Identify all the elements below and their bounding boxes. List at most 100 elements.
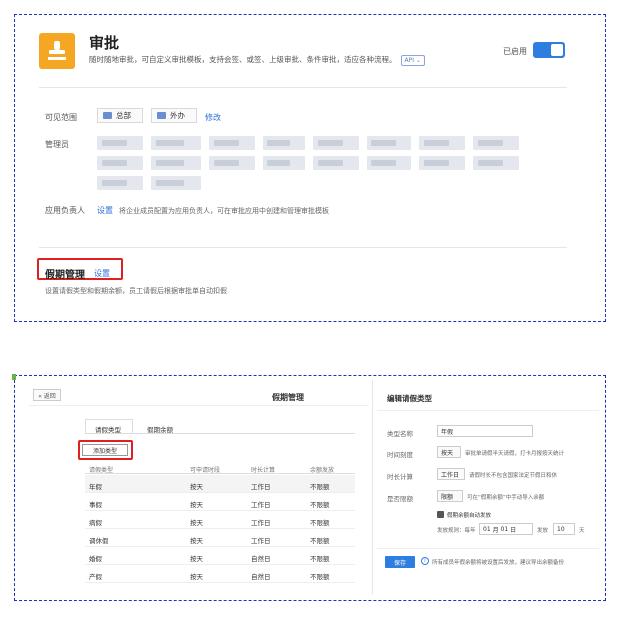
visibility-label: 可见范围: [45, 113, 77, 122]
admin-chip: [419, 136, 465, 150]
toggle-knob: [551, 44, 563, 56]
admin-chip: [419, 156, 465, 170]
time-unit-hint: 审批单请假半天请假，打卡月报按天统计: [465, 451, 565, 457]
admin-chip: [263, 156, 305, 170]
cell: 自然日: [251, 573, 271, 581]
cell: 不限额: [310, 519, 330, 527]
cell: 年假: [89, 483, 102, 491]
admin-chip: [473, 156, 519, 170]
holiday-management-panel: « 返回 假期管理 请假类型 假期余额 添加类型 请假类型 可申请时段 时长计算…: [12, 374, 606, 601]
admin-chip: [151, 136, 201, 150]
cell: 按天: [190, 501, 203, 509]
divider: [377, 548, 599, 549]
folder-icon: [103, 112, 112, 119]
admin-chip: [263, 136, 305, 150]
admin-chip: [313, 156, 359, 170]
cell: 工作日: [251, 501, 271, 509]
admin-chip: [473, 136, 519, 150]
cell: 按天: [190, 573, 203, 581]
api-tag-label: API: [404, 57, 415, 64]
cell: 不限额: [310, 501, 330, 509]
holiday-page-title: 假期管理: [272, 393, 304, 402]
cell: 按天: [190, 537, 203, 545]
auto-grant-checkbox[interactable]: [437, 511, 444, 518]
back-button[interactable]: « 返回: [33, 389, 61, 401]
grant-month: 01: [483, 525, 491, 533]
cell: 婚假: [89, 555, 102, 563]
cell: 按天: [190, 555, 203, 563]
app-description: 随时随地审批，可自定义审批模板，支持会签、或签、上级审批、条件审批，适应各种流程…: [89, 54, 425, 66]
owner-label: 应用负责人: [45, 206, 85, 215]
cell: 调休假: [89, 537, 109, 545]
duration-calc-select[interactable]: 工作日: [437, 468, 465, 480]
cell: 工作日: [251, 519, 271, 527]
admin-chip: [367, 156, 411, 170]
holiday-setting-link[interactable]: 设置: [94, 268, 110, 279]
admin-label: 管理员: [45, 140, 69, 149]
limit-label: 是否限额: [387, 495, 413, 503]
visibility-chip-hq: 总部: [97, 108, 143, 123]
admin-chip: [97, 136, 143, 150]
grant-month-unit: 月: [492, 526, 499, 534]
duration-calc-hint: 请假时长不包含国家法定节假日和休: [469, 473, 558, 479]
grant-days-input[interactable]: 10: [553, 523, 575, 535]
holiday-hint: 设置请假类型和假期余额，员工请假后根据审批单自动扣假: [45, 287, 227, 295]
cell: 工作日: [251, 537, 271, 545]
info-icon: i: [421, 557, 429, 565]
duration-calc-label: 时长计算: [387, 473, 413, 481]
grant-day-unit: 日: [510, 526, 517, 534]
cell: 工作日: [251, 483, 271, 491]
approval-app-panel: 审批 随时随地审批，可自定义审批模板，支持会签、或签、上级审批、条件审批，适应各…: [14, 14, 606, 322]
divider: [377, 410, 599, 411]
admin-chip: [313, 136, 359, 150]
grant-rule-label: 发放规则：每年: [437, 528, 476, 534]
app-title: 审批: [89, 34, 120, 52]
admin-chip: [367, 136, 411, 150]
cell: 病假: [89, 519, 102, 527]
cell: 按天: [190, 483, 203, 491]
limit-select[interactable]: 限额: [437, 490, 463, 502]
admin-chip: [97, 176, 143, 190]
left-header: [29, 384, 369, 406]
auto-grant-label: 假期余额自动发放: [447, 513, 492, 519]
divider: [39, 87, 567, 88]
owner-setting-link[interactable]: 设置: [97, 205, 113, 216]
add-type-button[interactable]: 添加类型: [82, 444, 128, 456]
type-name-input[interactable]: 年假: [437, 425, 533, 437]
status-label: 已启用: [503, 47, 527, 56]
grant-date-input[interactable]: 01 月 01 日: [479, 523, 533, 535]
divider: [39, 247, 567, 248]
limit-hint: 可在“假期余额”中手动导入余额: [467, 495, 545, 501]
grant-label: 发放: [537, 528, 549, 534]
grant-days-unit: 天: [579, 528, 585, 534]
admin-chip: [97, 156, 143, 170]
app-description-text: 随时随地审批，可自定义审批模板，支持会签、或签、上级审批、条件审批，适应各种流程…: [89, 55, 397, 64]
cell: 按天: [190, 519, 203, 527]
admin-chip: [151, 176, 201, 190]
marker: [12, 374, 16, 380]
save-hint: 所有成员年假余额将被设置后发放，建议导出余额备份: [432, 560, 565, 566]
visibility-edit-link[interactable]: 修改: [205, 112, 221, 123]
cell: 不限额: [310, 537, 330, 545]
header-divider: [85, 473, 355, 474]
enable-toggle[interactable]: [533, 42, 565, 58]
admin-chip: [209, 156, 255, 170]
type-name-label: 类型名称: [387, 430, 413, 438]
stamp-icon: [39, 33, 75, 69]
tab-underline: [85, 433, 355, 434]
cell: 不限额: [310, 483, 330, 491]
time-unit-select[interactable]: 按天: [437, 446, 461, 458]
api-tag[interactable]: API ⌄: [400, 55, 425, 66]
folder-icon: [157, 112, 166, 119]
edit-type-title: 编辑请假类型: [387, 394, 432, 403]
save-button[interactable]: 保存: [385, 556, 415, 568]
cell: 事假: [89, 501, 102, 509]
admin-chip: [151, 156, 201, 170]
visibility-chip-office: 外办: [151, 108, 197, 123]
vertical-divider: [372, 380, 373, 594]
cell: 不限额: [310, 573, 330, 581]
cell: 产假: [89, 573, 102, 581]
holiday-title: 假期管理: [45, 270, 85, 281]
admin-chip: [209, 136, 255, 150]
visibility-chip-label: 外办: [170, 111, 185, 120]
